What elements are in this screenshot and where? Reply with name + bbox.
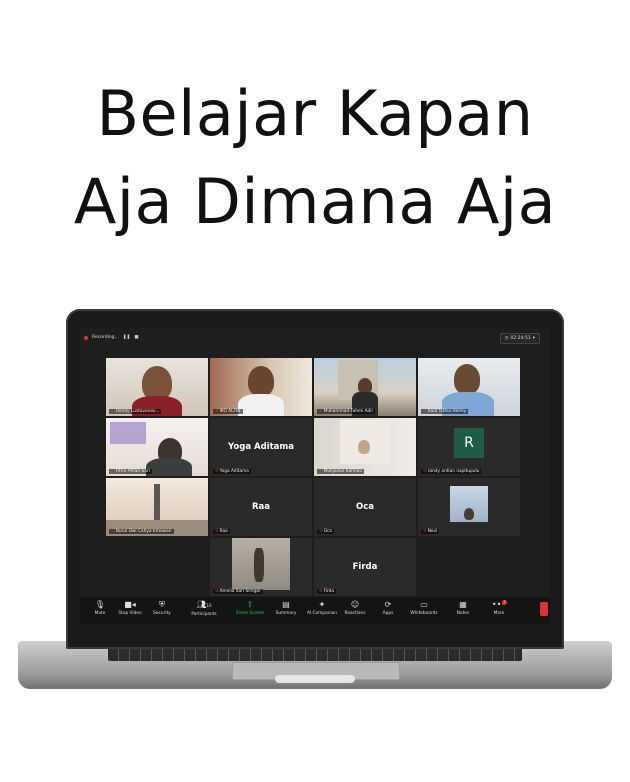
participant-name: ⊘ Fitria Afifah Sari bbox=[109, 469, 152, 474]
whiteboards-button[interactable]: ▭ Whiteboards bbox=[404, 600, 444, 616]
mic-muted-icon: ⊘ bbox=[319, 469, 323, 474]
notification-badge: 1 bbox=[502, 600, 507, 605]
participant-tile[interactable]: ⊘ Fitria Afifah Sari bbox=[106, 418, 208, 476]
video-feed bbox=[106, 478, 208, 536]
video-feed bbox=[106, 418, 208, 476]
mic-muted-icon: ⊘ bbox=[215, 469, 219, 474]
participant-name: ⊘ Amelia Sari Siregar bbox=[213, 589, 263, 594]
mic-muted-icon: ⊘ bbox=[319, 409, 323, 414]
mic-muted-icon: ⊘ bbox=[111, 529, 115, 534]
participant-tile[interactable]: ⊘ IKO ALFIN bbox=[210, 358, 312, 416]
summary-icon: ▤ bbox=[282, 600, 290, 609]
mic-muted-icon: ⊘ bbox=[423, 529, 427, 534]
whiteboard-icon: ▭ bbox=[420, 600, 428, 609]
participant-name: ⊘ Muhjastul Kafindo bbox=[317, 469, 364, 474]
participant-tile[interactable]: ⊘ Nurul Dwi Cahya Irmawan bbox=[106, 478, 208, 536]
timer-value: 02:24:51 bbox=[510, 336, 531, 341]
pause-icon[interactable]: ❚❚ bbox=[123, 335, 131, 340]
mic-muted-icon: ⊘ bbox=[215, 529, 219, 534]
video-feed bbox=[210, 358, 312, 416]
notes-button[interactable]: ▦ Notes bbox=[443, 600, 483, 616]
share-screen-button[interactable]: ⇧ Share Screen bbox=[230, 600, 270, 616]
more-icon: ••• bbox=[491, 600, 507, 609]
participant-name: ⊘ Yoga Aditama bbox=[213, 469, 251, 474]
chevron-down-icon[interactable]: ▾ bbox=[533, 336, 535, 341]
notes-icon: ▦ bbox=[459, 600, 467, 609]
headline: Belajar Kapan Aja Dimana Aja bbox=[0, 70, 630, 246]
recording-indicator: Recording... ❚❚ ■ bbox=[84, 335, 139, 340]
video-feed bbox=[106, 358, 208, 416]
participant-name: ⊘ Oca bbox=[317, 529, 334, 534]
mic-muted-icon: ⊘ bbox=[111, 409, 115, 414]
meeting-topbar: Recording... ❚❚ ■ ◷ 02:24:51 ▾ bbox=[80, 327, 550, 351]
participant-tile[interactable]: ⊘ Muhammad Fahmi Adil bbox=[314, 358, 416, 416]
meeting-timer: ◷ 02:24:51 ▾ bbox=[499, 333, 540, 344]
participant-tile[interactable]: R ⊘ randy ardian napitupulu bbox=[418, 418, 520, 476]
participant-name: ⊘ Nurul Dwi Cahya Irmawan bbox=[109, 529, 174, 534]
video-feed bbox=[314, 418, 416, 476]
mic-muted-icon: ⊘ bbox=[423, 469, 427, 474]
mic-muted-icon: ⊘ bbox=[423, 409, 427, 414]
participants-button[interactable]: 👥︎16 Participants bbox=[184, 600, 224, 617]
participant-tile[interactable]: Firda ⊘ Firda bbox=[314, 538, 416, 596]
video-feed bbox=[314, 358, 416, 416]
participant-tile[interactable]: Raa ⊘ Raa bbox=[210, 478, 312, 536]
participant-tile[interactable]: ⊘ Muhjastul Kafindo bbox=[314, 418, 416, 476]
headline-line-2: Aja Dimana Aja bbox=[73, 165, 557, 238]
end-meeting-button[interactable] bbox=[540, 602, 548, 616]
participants-icon: 👥︎16 bbox=[196, 600, 212, 609]
recording-dot-icon bbox=[84, 335, 88, 340]
mic-muted-icon: ⊘ bbox=[319, 589, 323, 594]
shield-icon: ⛨ bbox=[159, 600, 165, 609]
participant-name: ⊘ IKO ALFIN bbox=[213, 409, 243, 414]
summary-button[interactable]: ▤ Summary bbox=[266, 600, 306, 616]
participant-tile[interactable]: ⊘ Amelia Sari Siregar bbox=[210, 538, 312, 596]
stop-icon[interactable]: ■ bbox=[134, 335, 138, 340]
video-feed bbox=[418, 358, 520, 416]
security-button[interactable]: ⛨ Security bbox=[142, 600, 182, 616]
participant-name: ⊘ Muhammad Fahmi Adil bbox=[317, 409, 375, 414]
laptop-keyboard bbox=[108, 647, 522, 661]
participant-tile[interactable]: Yoga Aditama ⊘ Yoga Aditama bbox=[210, 418, 312, 476]
apps-icon: ⟳ bbox=[384, 600, 392, 609]
participant-tile[interactable]: ⊘ Dendy Lustavanov... bbox=[106, 358, 208, 416]
headline-line-1: Belajar Kapan bbox=[96, 77, 534, 150]
mic-muted-icon: ⊘ bbox=[215, 409, 219, 414]
participant-tile-active-speaker[interactable]: ⊘ Raaf fathia Helmy bbox=[418, 358, 520, 416]
share-screen-icon: ⇧ bbox=[246, 600, 254, 609]
laptop-notch bbox=[275, 675, 355, 683]
participant-tile[interactable]: ⊘ Novi bbox=[418, 478, 520, 536]
video-feed bbox=[418, 478, 520, 536]
participant-display-name: Yoga Aditama bbox=[228, 442, 294, 452]
apps-button[interactable]: ⟳ Apps bbox=[368, 600, 408, 616]
participant-display-name: Oca bbox=[355, 502, 374, 512]
participant-name: ⊘ randy ardian napitupulu bbox=[421, 469, 482, 474]
zoom-meeting-screen: Recording... ❚❚ ■ ◷ 02:24:51 ▾ ⊘ Dendy Lu… bbox=[80, 327, 550, 624]
mic-muted-icon: ⊘ bbox=[111, 469, 115, 474]
participant-name: ⊘ Dendy Lustavanov... bbox=[109, 409, 162, 414]
participant-avatar: R bbox=[454, 428, 484, 458]
video-feed bbox=[210, 538, 312, 596]
participant-name: ⊘ Novi bbox=[421, 529, 440, 534]
participant-display-name: Firda bbox=[352, 562, 378, 572]
meeting-toolbar: 🎙︎ Mute ■◂ Stop Video ⛨ Security 👥︎16 Partic… bbox=[80, 597, 550, 624]
participant-name: ⊘ Raaf fathia Helmy bbox=[421, 409, 469, 414]
mic-muted-icon: ⊘ bbox=[215, 589, 219, 594]
recording-label: Recording... bbox=[92, 335, 119, 340]
more-button[interactable]: ••• 1 More bbox=[479, 600, 519, 616]
participant-tile[interactable]: Oca ⊘ Oca bbox=[314, 478, 416, 536]
participant-display-name: Raa bbox=[251, 502, 271, 512]
participant-name: ⊘ Firda bbox=[317, 589, 337, 594]
mic-muted-icon: ⊘ bbox=[319, 529, 323, 534]
participant-name: ⊘ Raa bbox=[213, 529, 230, 534]
clock-icon: ◷ bbox=[504, 336, 509, 341]
